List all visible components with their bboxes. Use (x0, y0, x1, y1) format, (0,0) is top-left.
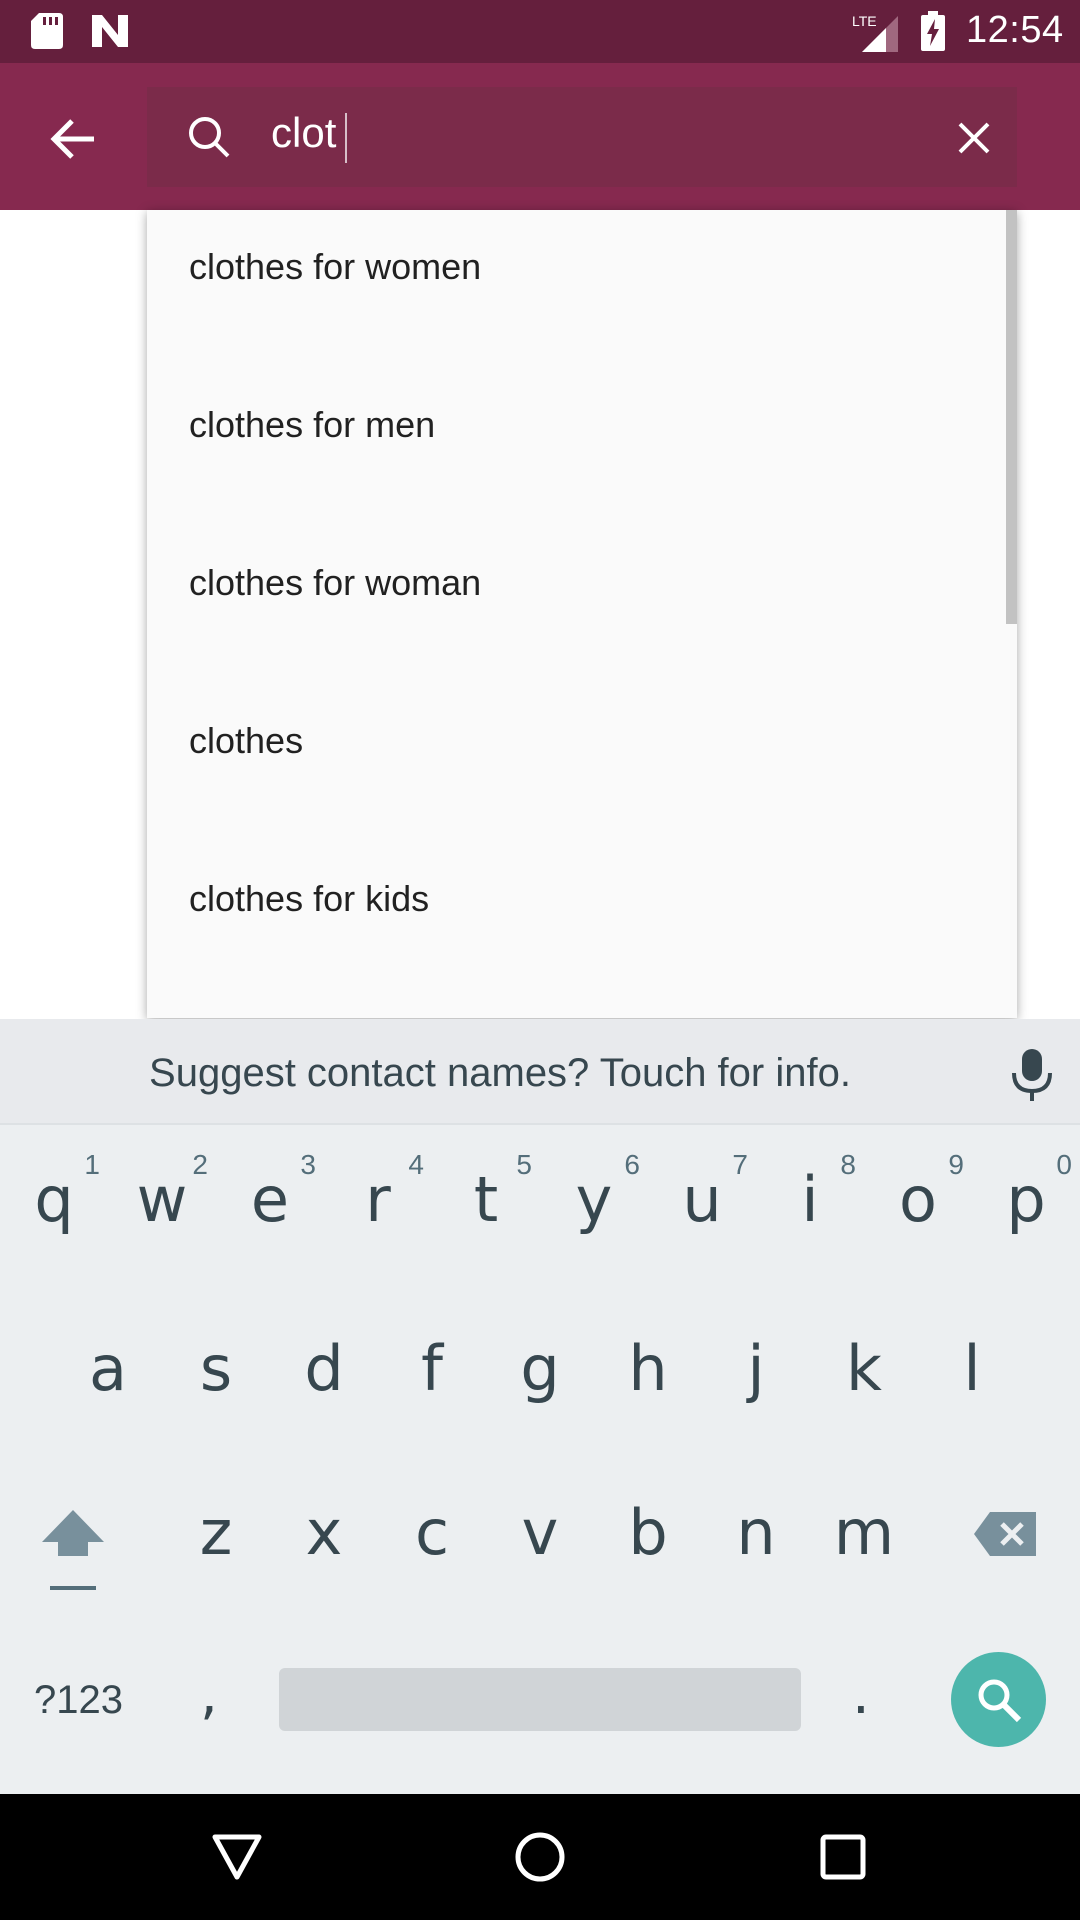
search-box[interactable]: clot (147, 87, 1017, 187)
nav-recents-button[interactable] (810, 1824, 876, 1890)
sd-card-icon (31, 13, 63, 49)
contact-names-hint[interactable]: Suggest contact names? Touch for info. (0, 1051, 1080, 1096)
nav-back-button[interactable] (204, 1824, 270, 1890)
key-q[interactable]: q1 (4, 1149, 104, 1236)
suggestion-scrollbar[interactable] (1006, 210, 1017, 624)
suggestion-label: clothes for men (189, 404, 436, 445)
key-z[interactable]: z (166, 1496, 266, 1569)
shift-arrow-icon (42, 1510, 104, 1556)
key-label: y (575, 1163, 613, 1236)
app-bar: clot (0, 63, 1080, 210)
search-icon (978, 1679, 1021, 1722)
key-b[interactable]: b (598, 1496, 698, 1569)
navigation-bar (0, 1794, 1080, 1920)
key-hint: 7 (732, 1149, 748, 1180)
key-label: r (365, 1163, 391, 1236)
comma-key[interactable]: , (200, 1662, 218, 1727)
key-w[interactable]: w2 (112, 1149, 212, 1236)
suggestion-item[interactable]: clothes for women (147, 210, 1017, 368)
network-label: LTE (852, 13, 877, 29)
suggestion-item[interactable]: clothes for kids (147, 842, 1017, 1000)
key-t[interactable]: t5 (436, 1149, 536, 1236)
period-key[interactable]: . (852, 1662, 870, 1727)
search-input[interactable]: clot (271, 109, 336, 157)
key-label: q (34, 1163, 74, 1236)
space-key[interactable] (279, 1668, 801, 1731)
n-icon (92, 15, 128, 47)
circle-home-icon (515, 1832, 565, 1882)
key-v[interactable]: v (490, 1496, 590, 1569)
key-o[interactable]: o9 (868, 1149, 968, 1236)
key-i[interactable]: i8 (760, 1149, 860, 1236)
key-e[interactable]: e3 (220, 1149, 320, 1236)
close-icon (958, 122, 990, 154)
key-y[interactable]: y6 (544, 1149, 644, 1236)
search-action-key[interactable] (951, 1652, 1046, 1747)
key-h[interactable]: h (598, 1332, 698, 1405)
key-label: u (682, 1163, 722, 1236)
key-hint: 3 (300, 1149, 316, 1180)
suggestion-item[interactable]: clothes (147, 684, 1017, 842)
key-r[interactable]: r4 (328, 1149, 428, 1236)
key-j[interactable]: j (706, 1332, 806, 1405)
key-s[interactable]: s (166, 1332, 266, 1405)
suggestion-label: clothes for women (189, 246, 482, 287)
key-f[interactable]: f (382, 1332, 482, 1405)
nav-home-button[interactable] (507, 1824, 573, 1890)
clear-search-button[interactable] (947, 111, 1001, 165)
key-g[interactable]: g (490, 1332, 590, 1405)
battery-charging-icon (921, 11, 945, 51)
shift-underline (50, 1586, 96, 1590)
signal-icon: LTE (852, 13, 898, 52)
key-hint: 9 (948, 1149, 964, 1180)
arrow-back-icon (50, 119, 94, 159)
key-m[interactable]: m (814, 1496, 914, 1569)
text-cursor (345, 113, 347, 163)
key-label: e (250, 1163, 290, 1236)
search-icon (189, 117, 230, 158)
key-label: p (1006, 1163, 1046, 1236)
key-label: i (801, 1163, 819, 1236)
key-p[interactable]: p0 (976, 1149, 1076, 1236)
key-hint: 4 (408, 1149, 424, 1180)
key-hint: 6 (624, 1149, 640, 1180)
suggestion-item[interactable]: clothes for men (147, 368, 1017, 526)
key-x[interactable]: x (274, 1496, 374, 1569)
key-label: t (473, 1163, 499, 1236)
backspace-key[interactable] (972, 1510, 1038, 1558)
key-d[interactable]: d (274, 1332, 374, 1405)
key-hint: 5 (516, 1149, 532, 1180)
key-c[interactable]: c (382, 1496, 482, 1569)
suggestion-list: clothes for women clothes for men clothe… (147, 210, 1017, 1018)
square-recents-icon (820, 1834, 866, 1880)
suggestion-item[interactable]: clothes for woman (147, 526, 1017, 684)
suggestion-label: clothes for kids (189, 878, 430, 919)
back-button[interactable] (38, 107, 110, 171)
keyboard-suggestion-strip[interactable]: Suggest contact names? Touch for info. (0, 1019, 1080, 1123)
key-u[interactable]: u7 (652, 1149, 752, 1236)
key-hint: 2 (192, 1149, 208, 1180)
triangle-back-icon (212, 1834, 262, 1880)
key-hint: 1 (84, 1149, 100, 1180)
key-label: o (899, 1163, 937, 1236)
status-bar: LTE 12:54 (0, 0, 1080, 63)
key-l[interactable]: l (922, 1332, 1022, 1405)
shift-key[interactable] (40, 1506, 106, 1596)
suggestion-label: clothes (189, 720, 304, 761)
keyboard-divider (0, 1123, 1080, 1125)
backspace-icon (974, 1512, 1036, 1556)
key-k[interactable]: k (814, 1332, 914, 1405)
symbols-key[interactable]: ?123 (34, 1678, 123, 1723)
suggestion-label: clothes for woman (189, 562, 482, 603)
mic-icon[interactable] (1010, 1047, 1054, 1103)
key-n[interactable]: n (706, 1496, 806, 1569)
status-clock: 12:54 (966, 9, 1064, 51)
key-hint: 0 (1056, 1149, 1072, 1180)
key-a[interactable]: a (58, 1332, 158, 1405)
key-label: w (136, 1163, 188, 1236)
key-hint: 8 (840, 1149, 856, 1180)
